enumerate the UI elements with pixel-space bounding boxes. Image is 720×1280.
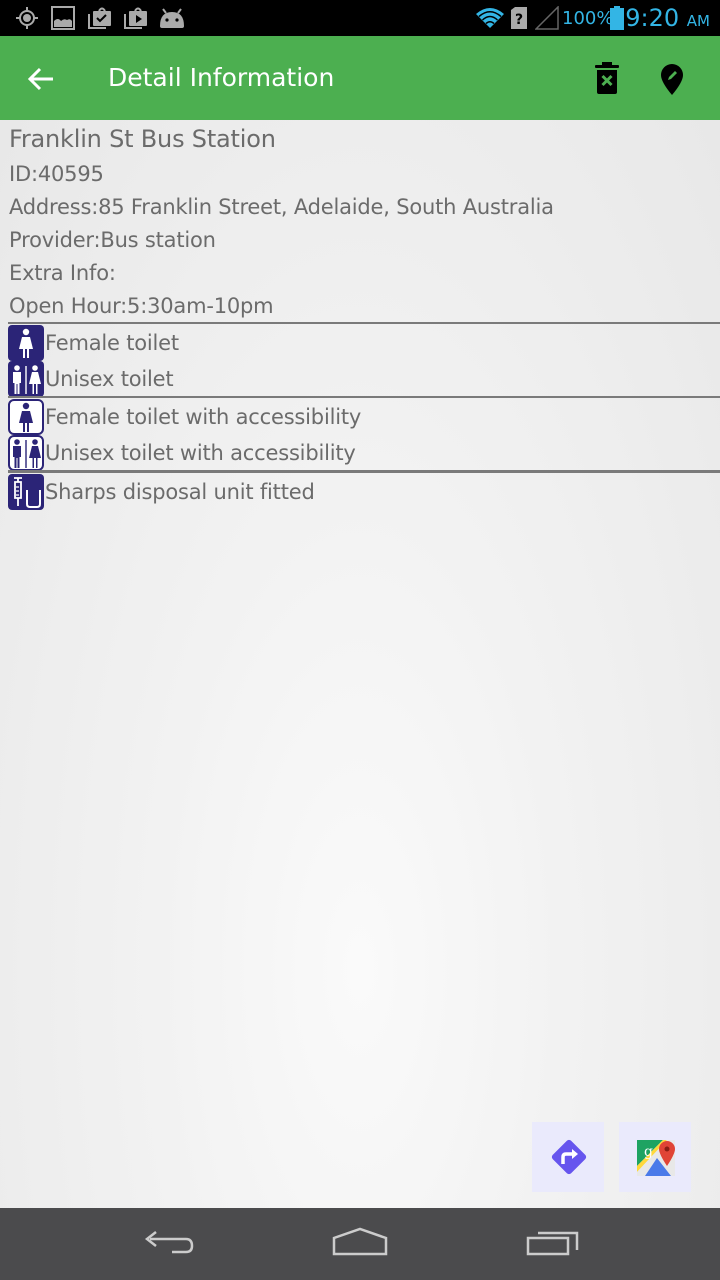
recents-nav-icon[interactable]	[526, 1226, 582, 1262]
station-name: Franklin St Bus Station	[9, 125, 276, 153]
back-nav-icon[interactable]	[140, 1226, 196, 1262]
clock-ampm: AM	[686, 12, 710, 30]
battery-percent: 100%	[562, 8, 614, 29]
facility-item: Unisex toilet with accessibility	[8, 435, 356, 471]
facility-label: Sharps disposal unit fitted	[45, 480, 315, 504]
female-toilet-icon	[8, 325, 44, 361]
wifi-icon	[476, 8, 504, 28]
unisex-toilet-icon	[8, 361, 44, 397]
status-bar: ? 100% 9:20 AM	[0, 0, 720, 36]
facility-label: Female toilet with accessibility	[45, 405, 362, 429]
divider	[8, 470, 720, 473]
facility-label: Unisex toilet with accessibility	[45, 441, 356, 465]
station-id: ID:40595	[9, 162, 104, 186]
directions-button[interactable]	[532, 1122, 604, 1192]
google-maps-button[interactable]: g	[619, 1122, 691, 1192]
map-pin-edit-icon	[661, 64, 683, 95]
facility-item: Unisex toilet	[8, 361, 174, 397]
google-maps-icon: g	[637, 1140, 675, 1176]
cell-signal-icon	[535, 6, 559, 30]
divider	[8, 322, 720, 324]
no-sim-icon: ?	[511, 7, 527, 29]
home-nav-icon[interactable]	[331, 1226, 389, 1262]
station-extra-info: Extra Info:	[9, 261, 116, 285]
page-title: Detail Information	[108, 63, 335, 92]
divider	[8, 396, 720, 398]
gps-icon	[16, 7, 38, 29]
delete-button[interactable]	[592, 62, 622, 96]
svg-text:g: g	[644, 1144, 653, 1160]
station-provider: Provider:Bus station	[9, 228, 216, 252]
battery-icon	[610, 6, 624, 30]
edit-location-button[interactable]	[657, 62, 687, 96]
facility-label: Unisex toilet	[45, 367, 174, 391]
svg-text:?: ?	[515, 12, 523, 28]
detail-content: Franklin St Bus Station ID:40595 Address…	[0, 120, 720, 1208]
clock-time: 9:20	[625, 4, 680, 32]
gallery-icon	[51, 6, 75, 30]
store-update-icon	[88, 7, 111, 29]
facility-label: Female toilet	[45, 331, 179, 355]
play-store-icon	[124, 7, 147, 29]
station-open-hour: Open Hour:5:30am-10pm	[9, 294, 274, 318]
sharps-disposal-icon	[8, 474, 44, 510]
female-accessible-toilet-icon	[8, 399, 44, 435]
station-address: Address:85 Franklin Street, Adelaide, So…	[9, 195, 554, 219]
directions-icon	[551, 1139, 587, 1175]
facility-item: Female toilet with accessibility	[8, 399, 361, 435]
trash-x-icon	[595, 62, 619, 94]
app-bar: Detail Information	[0, 36, 720, 120]
unisex-accessible-toilet-icon	[8, 435, 44, 471]
clock: 9:20 AM	[625, 4, 710, 32]
system-nav-bar	[0, 1208, 720, 1280]
android-icon	[160, 8, 184, 28]
facility-item: Sharps disposal unit fitted	[8, 474, 315, 510]
arrow-left-icon[interactable]	[26, 64, 56, 94]
facility-item: Female toilet	[8, 325, 179, 361]
